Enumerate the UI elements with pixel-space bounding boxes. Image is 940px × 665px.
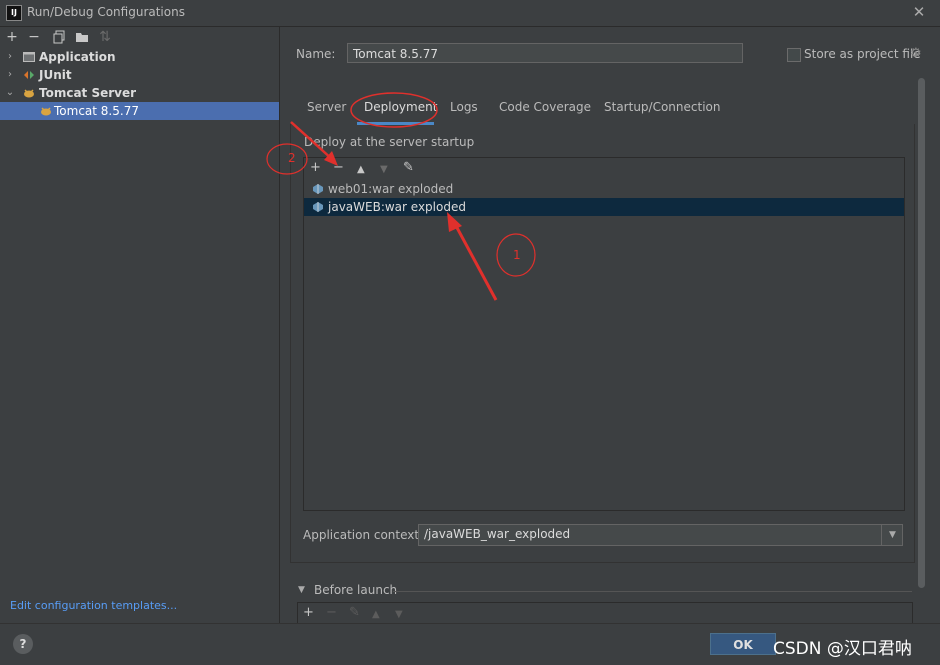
store-as-project-file-checkbox[interactable] (787, 48, 801, 62)
name-label: Name: (296, 47, 336, 61)
remove-icon[interactable]: − (333, 161, 344, 175)
tree-item-tomcat-server[interactable]: ⌄ Tomcat Server (0, 84, 279, 102)
list-item-label: javaWEB:war exploded (328, 200, 466, 214)
scrollbar[interactable] (918, 78, 925, 588)
tab-startup-connection[interactable]: Startup/Connection (604, 100, 720, 114)
tree-item-tomcat-8577[interactable]: Tomcat 8.5.77 (0, 102, 279, 120)
copy-icon[interactable] (52, 30, 66, 44)
tab-logs[interactable]: Logs (450, 100, 478, 114)
tab-server[interactable]: Server (307, 100, 346, 114)
tree-item-junit[interactable]: › JUnit (0, 66, 279, 84)
move-up-icon[interactable]: ▲ (372, 608, 380, 622)
sort-icon[interactable]: ⇅ (98, 30, 112, 44)
folder-icon[interactable] (75, 30, 89, 44)
edit-icon[interactable]: ✎ (349, 606, 360, 620)
name-input[interactable]: Tomcat 8.5.77 (347, 43, 743, 63)
before-launch-label[interactable]: Before launch (314, 583, 397, 597)
edit-icon[interactable]: ✎ (403, 161, 414, 175)
list-item-label: web01:war exploded (328, 182, 454, 196)
tree-item-label: Application (39, 50, 116, 64)
tree-item-label: Tomcat 8.5.77 (54, 104, 139, 118)
annotation-number-1: 1 (513, 248, 521, 262)
chevron-right-icon[interactable]: › (5, 48, 15, 66)
chevron-down-icon[interactable]: ▼ (881, 525, 903, 545)
remove-icon[interactable]: − (27, 30, 41, 44)
chevron-down-icon[interactable]: ⌄ (5, 84, 15, 102)
tree-item-label: JUnit (39, 68, 72, 82)
edit-templates-link[interactable]: Edit configuration templates... (10, 599, 177, 612)
help-button[interactable]: ? (13, 634, 33, 654)
tab-deployment[interactable]: Deployment (364, 100, 437, 114)
move-up-icon[interactable]: ▲ (357, 163, 365, 177)
store-as-project-file-label: Store as project file (804, 47, 921, 61)
list-item[interactable]: web01:war exploded (304, 180, 904, 198)
tomcat-icon (41, 107, 51, 116)
application-icon (23, 52, 35, 62)
application-context-label: Application context: (303, 528, 424, 542)
tomcat-icon (24, 89, 34, 98)
remove-icon[interactable]: − (326, 606, 337, 620)
before-launch-list[interactable] (297, 602, 913, 624)
window-title: Run/Debug Configurations (27, 5, 185, 19)
add-icon[interactable]: + (310, 161, 321, 175)
gear-icon[interactable]: ⚙ (910, 46, 922, 61)
add-icon[interactable]: + (5, 30, 19, 44)
tree-item-label: Tomcat Server (39, 86, 137, 100)
list-item[interactable]: javaWEB:war exploded (304, 198, 904, 216)
chevron-right-icon[interactable]: › (5, 66, 15, 84)
tab-code-coverage[interactable]: Code Coverage (499, 100, 591, 114)
move-down-icon[interactable]: ▼ (395, 608, 403, 622)
close-icon[interactable]: ✕ (910, 3, 928, 21)
artifact-icon (313, 184, 323, 194)
intellij-logo-icon: IJ (6, 5, 22, 21)
watermark: CSDN @汉口君呐 (773, 639, 912, 659)
add-icon[interactable]: + (303, 606, 314, 620)
divider (393, 591, 912, 592)
collapse-arrow-icon[interactable]: ▼ (298, 585, 305, 595)
ok-button[interactable]: OK (710, 633, 776, 655)
deploy-section-label: Deploy at the server startup (304, 135, 475, 149)
tree-item-application[interactable]: › Application (0, 48, 279, 66)
artifact-icon (313, 202, 323, 212)
move-down-icon[interactable]: ▼ (380, 163, 388, 177)
junit-icon (24, 71, 34, 79)
annotation-number-2: 2 (288, 151, 296, 165)
application-context-value: /javaWEB_war_exploded (424, 527, 571, 541)
